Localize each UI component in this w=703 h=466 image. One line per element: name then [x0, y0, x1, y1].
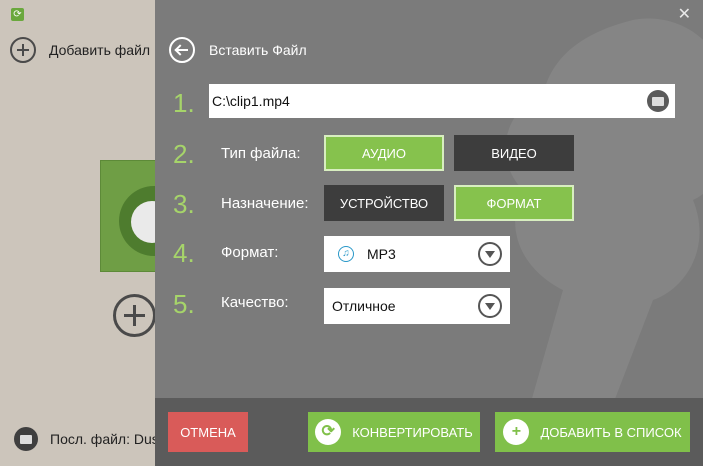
file-path-field[interactable]: C:\clip1.mp4	[209, 84, 675, 118]
add-icon: +	[503, 419, 530, 445]
step-number-3: 3.	[173, 189, 195, 219]
convert-button-label: КОНВЕРТИРОВАТЬ	[352, 424, 473, 440]
audio-toggle-button[interactable]: АУДИО	[324, 135, 444, 171]
back-arrow-icon[interactable]	[169, 37, 195, 63]
format-toggle-button[interactable]: ФОРМАТ	[454, 185, 574, 221]
add-file-button[interactable]: Добавить файл	[10, 37, 150, 63]
add-to-list-button[interactable]: + ДОБАВИТЬ В СПИСОК	[495, 412, 690, 452]
format-dropdown-value: MP3	[367, 246, 396, 262]
quality-dropdown[interactable]: Отличное	[324, 288, 510, 324]
add-to-list-button-label: ДОБАВИТЬ В СПИСОК	[540, 424, 682, 440]
step-number-5: 5.	[173, 289, 195, 319]
panel-title: Вставить Файл	[209, 42, 307, 58]
add-icon	[10, 37, 36, 63]
step-number-2: 2.	[173, 139, 195, 169]
video-toggle-button[interactable]: ВИДЕО	[454, 135, 574, 171]
last-file-label: Посл. файл: Dus	[50, 431, 159, 447]
chevron-down-icon[interactable]	[478, 294, 502, 318]
insert-file-panel: ✕ Вставить Файл 1. 2. 3. 4. 5. C:\clip1.…	[155, 0, 703, 466]
format-dropdown[interactable]: ♫ MP3	[324, 236, 510, 272]
big-add-icon[interactable]	[113, 294, 156, 337]
cancel-button-label: ОТМЕНА	[180, 424, 236, 440]
browse-folder-icon[interactable]	[647, 90, 669, 112]
chevron-down-icon[interactable]	[478, 242, 502, 266]
step-number-4: 4.	[173, 238, 195, 268]
folder-icon	[14, 427, 38, 451]
music-note-icon: ♫	[338, 246, 354, 262]
device-toggle-button[interactable]: УСТРОЙСТВО	[324, 185, 444, 221]
app-large-logo-icon	[100, 160, 160, 272]
last-file-row[interactable]: Посл. файл: Dus	[14, 427, 159, 451]
file-type-label: Тип файла:	[221, 145, 301, 162]
cancel-button[interactable]: ОТМЕНА	[168, 412, 248, 452]
format-label: Формат:	[221, 244, 279, 261]
back-header[interactable]: Вставить Файл	[169, 37, 307, 63]
step-number-1: 1.	[173, 88, 195, 118]
app-logo-icon: ⟳	[11, 8, 24, 21]
panel-footer: ОТМЕНА ⟳ КОНВЕРТИРОВАТЬ + ДОБАВИТЬ В СПИ…	[155, 398, 703, 466]
convert-icon: ⟳	[315, 419, 342, 445]
destination-label: Назначение:	[221, 195, 309, 212]
add-file-label: Добавить файл	[49, 42, 151, 58]
close-icon[interactable]: ✕	[678, 4, 691, 24]
quality-label: Качество:	[221, 294, 289, 311]
file-path-value: C:\clip1.mp4	[212, 93, 290, 109]
quality-dropdown-value: Отличное	[332, 298, 396, 314]
convert-button[interactable]: ⟳ КОНВЕРТИРОВАТЬ	[308, 412, 480, 452]
